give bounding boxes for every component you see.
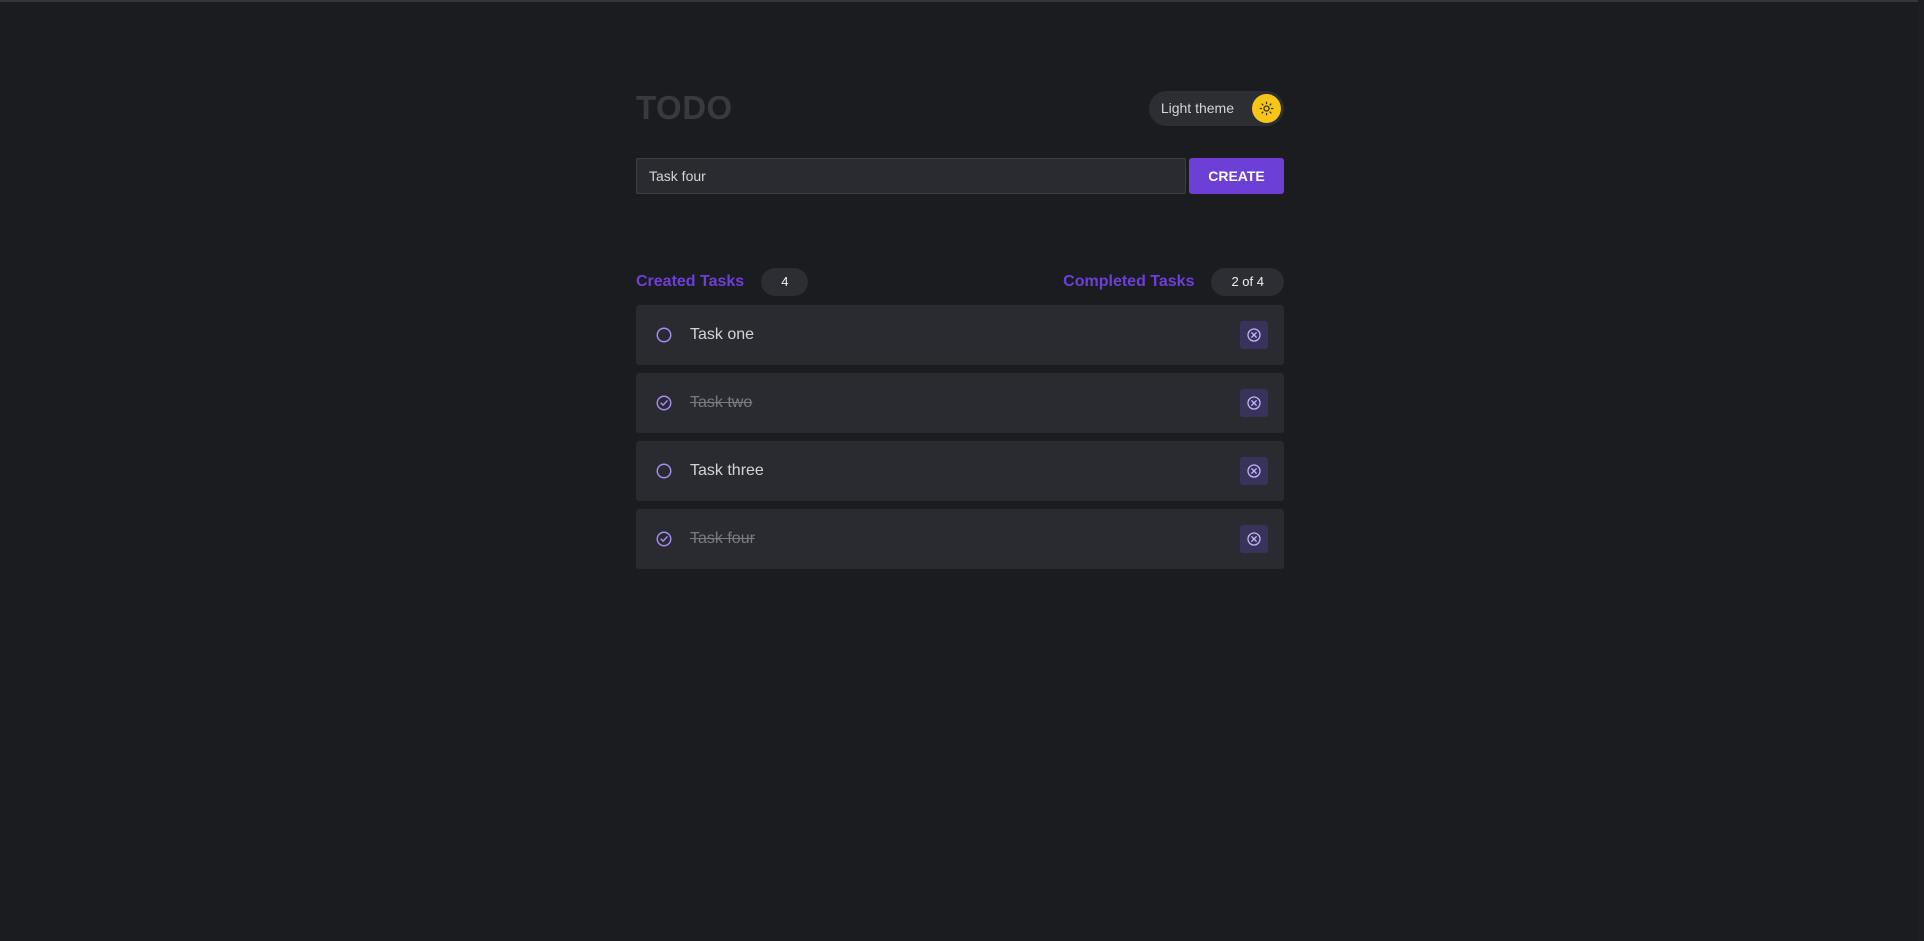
created-tasks-count-badge: 4	[761, 268, 809, 296]
app-title: TODO	[636, 89, 733, 126]
header: TODO Light theme	[636, 88, 1284, 128]
task-text: Task three	[690, 462, 764, 479]
task-item: Task three	[636, 441, 1284, 501]
x-circle-icon[interactable]	[1240, 389, 1268, 417]
circle-icon[interactable]	[654, 461, 674, 481]
create-task-form: CREATE	[636, 158, 1284, 194]
created-tasks-stat: Created Tasks 4	[636, 268, 809, 296]
x-circle-icon[interactable]	[1240, 525, 1268, 553]
scrollbar[interactable]	[1918, 0, 1924, 941]
circle-icon[interactable]	[654, 325, 674, 345]
task-item: Task four	[636, 509, 1284, 569]
task-text: Task one	[690, 326, 755, 343]
completed-tasks-stat: Completed Tasks 2 of 4	[1063, 268, 1284, 296]
sun-icon	[1252, 93, 1281, 123]
check-circle-icon[interactable]	[654, 393, 674, 413]
task-stats: Created Tasks 4 Completed Tasks 2 of 4	[636, 268, 1284, 296]
theme-toggle-button[interactable]: Light theme	[1148, 90, 1284, 126]
x-circle-icon[interactable]	[1240, 321, 1268, 349]
task-input[interactable]	[636, 158, 1186, 194]
task-text: Task four	[690, 530, 755, 547]
completed-tasks-count-badge: 2 of 4	[1211, 268, 1284, 296]
theme-toggle-label: Light theme	[1160, 100, 1234, 116]
task-item: Task two	[636, 373, 1284, 433]
check-circle-icon[interactable]	[654, 529, 674, 549]
create-button[interactable]: CREATE	[1189, 158, 1284, 194]
task-text: Task two	[690, 394, 753, 411]
x-circle-icon[interactable]	[1240, 457, 1268, 485]
window-top-border	[0, 0, 1924, 2]
task-item: Task one	[636, 305, 1284, 365]
task-list: Task one Task two Task three Task four	[636, 305, 1284, 569]
todo-app: TODO Light theme CREATE	[636, 88, 1284, 577]
created-tasks-label: Created Tasks	[636, 273, 745, 290]
completed-tasks-label: Completed Tasks	[1063, 273, 1195, 290]
